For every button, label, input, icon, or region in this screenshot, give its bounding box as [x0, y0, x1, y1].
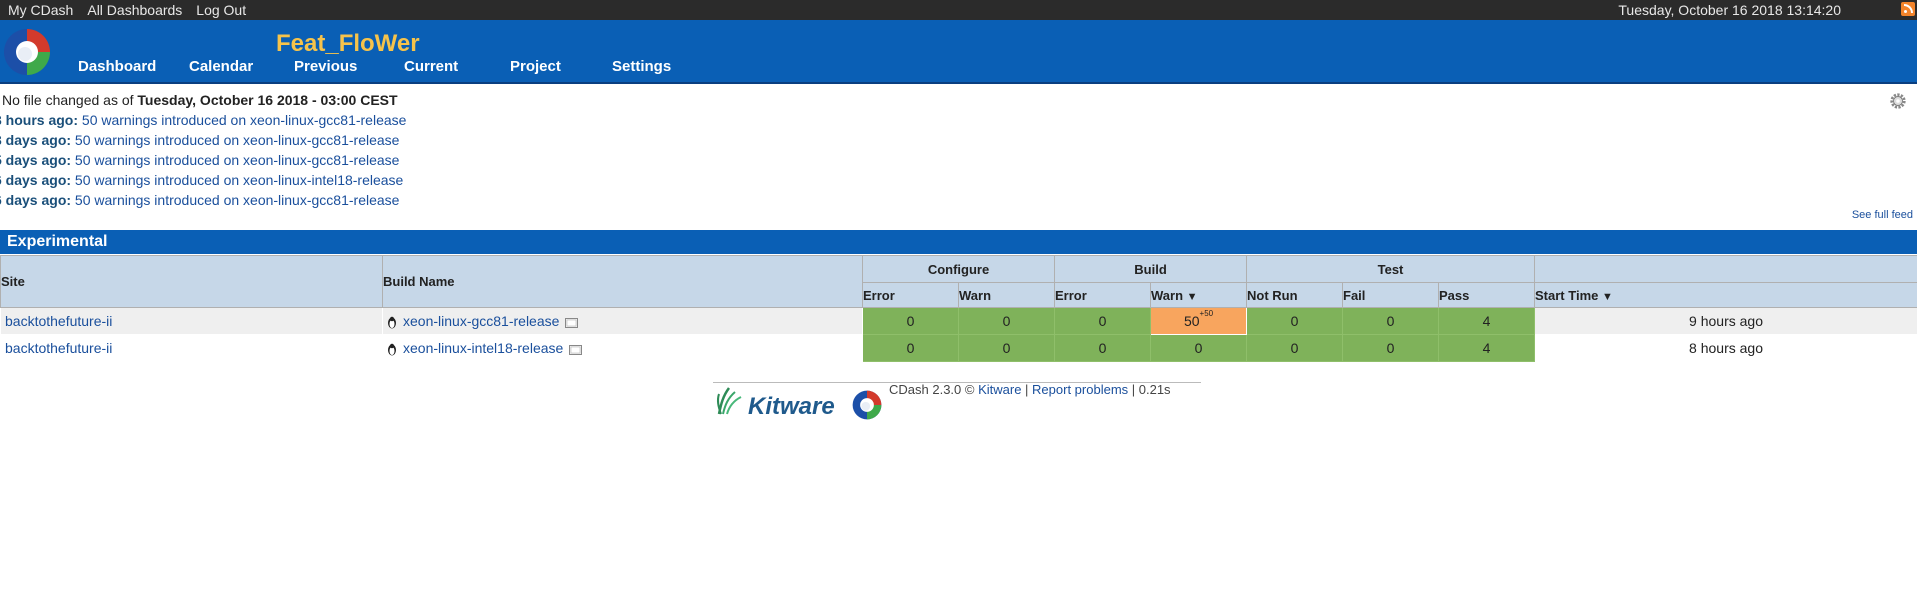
nav-project[interactable]: Project	[510, 58, 561, 75]
feed-item: 6 days ago: 50 warnings introduced on xe…	[0, 170, 406, 190]
feed-item-link[interactable]: 50 warnings introduced on xeon-linux-gcc…	[75, 192, 400, 208]
all-dashboards-link[interactable]: All Dashboards	[87, 2, 182, 18]
project-title[interactable]: Feat_FloWer	[276, 30, 420, 58]
linux-icon	[388, 316, 396, 329]
feed-item-when: 6 days ago:	[0, 172, 72, 188]
nav-dashboard[interactable]: Dashboard	[78, 58, 156, 75]
nav-current[interactable]: Current	[404, 58, 458, 75]
build-name-link[interactable]: xeon-linux-gcc81-release	[403, 313, 559, 329]
feed-item: 5 days ago: 50 warnings introduced on xe…	[0, 150, 406, 170]
col-test-notrun[interactable]: Not Run	[1246, 282, 1344, 308]
feed-item-when: 3 hours ago:	[0, 112, 79, 128]
col-group-configure: Configure	[861, 255, 1056, 283]
col-configure-warn[interactable]: Warn	[957, 282, 1056, 308]
feed-item: 3 hours ago: 50 warnings introduced on x…	[0, 110, 406, 130]
configure-warn-cell[interactable]: 0	[957, 334, 1056, 362]
feed-status-date: Tuesday, October 16 2018 - 03:00 CEST	[137, 92, 398, 108]
nav-settings[interactable]: Settings	[612, 58, 671, 75]
col-group-test: Test	[1246, 255, 1536, 283]
col-test-fail[interactable]: Fail	[1342, 282, 1440, 308]
col-start-time[interactable]: Start Time ▼	[1534, 282, 1917, 308]
start-time-cell: 8 hours ago	[1534, 334, 1917, 362]
feed-item-when: 3 days ago:	[0, 132, 72, 148]
test-pass-cell[interactable]: 4	[1438, 334, 1536, 362]
feed-item-when: 5 days ago:	[0, 152, 72, 168]
table-group-header: Site Build Name Configure Build Test	[0, 255, 1917, 308]
build-error-cell[interactable]: 0	[1054, 307, 1152, 335]
cdash-logo-icon[interactable]	[3, 28, 51, 76]
my-cdash-link[interactable]: My CDash	[8, 2, 73, 18]
gear-icon[interactable]	[1889, 92, 1907, 110]
footer-separator: |	[1021, 382, 1033, 397]
report-problems-link[interactable]: Report problems	[1032, 382, 1128, 397]
top-bar: My CDash All Dashboards Log Out Tuesday,…	[0, 0, 1917, 20]
top-links: My CDash All Dashboards Log Out	[8, 2, 246, 18]
feed-item: 3 days ago: 50 warnings introduced on xe…	[0, 130, 406, 150]
linux-icon	[388, 343, 396, 356]
test-pass-cell[interactable]: 4	[1438, 307, 1536, 335]
nav-previous[interactable]: Previous	[294, 58, 357, 75]
col-test-pass[interactable]: Pass	[1438, 282, 1536, 308]
nav-calendar[interactable]: Calendar	[189, 58, 253, 75]
sort-desc-icon: ▼	[1601, 290, 1613, 303]
site-link[interactable]: backtothefuture-ii	[0, 334, 383, 362]
feed-item-link[interactable]: 50 warnings introduced on xeon-linux-gcc…	[82, 112, 407, 128]
notes-icon[interactable]	[565, 317, 579, 328]
test-fail-cell[interactable]: 0	[1342, 334, 1440, 362]
build-warn-delta: +50	[1199, 309, 1214, 318]
col-site[interactable]: Site	[0, 255, 383, 308]
section-title: Experimental	[7, 233, 108, 250]
cdash-footer-logo-icon	[852, 390, 882, 420]
builds-table: Site Build Name Configure Build Test Err…	[0, 255, 1917, 362]
col-configure-error[interactable]: Error	[862, 282, 959, 308]
cdash-version: CDash 2.3.0 ©	[889, 382, 979, 397]
feed-status-text: No file changed as of	[2, 92, 138, 108]
notes-icon[interactable]	[569, 344, 583, 355]
kitware-link[interactable]: Kitware	[978, 382, 1021, 397]
start-time-cell: 9 hours ago	[1534, 307, 1917, 335]
activity-feed: No file changed as of Tuesday, October 1…	[0, 90, 406, 210]
kitware-logo-icon[interactable]	[715, 386, 747, 416]
site-link[interactable]: backtothefuture-ii	[0, 307, 383, 335]
build-error-cell[interactable]: 0	[1054, 334, 1152, 362]
col-build-warn[interactable]: Warn ▼	[1150, 282, 1248, 308]
footer-info: CDash 2.3.0 © Kitware | Report problems …	[889, 382, 1171, 397]
feed-item: 6 days ago: 50 warnings introduced on xe…	[0, 190, 406, 210]
page-load-time: | 0.21s	[1128, 382, 1171, 397]
see-full-feed-link[interactable]: See full feed	[1852, 209, 1913, 221]
build-warn-cell[interactable]: 50+50	[1150, 307, 1248, 335]
kitware-logo-text: Kitware	[748, 393, 835, 420]
sort-desc-icon: ▼	[1186, 290, 1198, 303]
feed-item-when: 6 days ago:	[0, 192, 72, 208]
test-notrun-cell[interactable]: 0	[1246, 307, 1344, 335]
feed-item-link[interactable]: 50 warnings introduced on xeon-linux-gcc…	[75, 152, 400, 168]
configure-error-cell[interactable]: 0	[862, 334, 959, 362]
col-start-time-label: Start Time	[1535, 287, 1599, 303]
col-build-warn-label: Warn	[1151, 287, 1184, 303]
table-row: backtothefuture-ii xeon-linux-intel18-re…	[0, 334, 1917, 362]
build-warn-cell[interactable]: 0	[1150, 334, 1248, 362]
configure-error-cell[interactable]: 0	[862, 307, 959, 335]
col-spacer	[1534, 255, 1917, 283]
build-name-link[interactable]: xeon-linux-intel18-release	[403, 340, 563, 356]
section-header-experimental[interactable]: Experimental	[0, 230, 1917, 254]
rss-icon[interactable]	[1901, 2, 1915, 16]
test-notrun-cell[interactable]: 0	[1246, 334, 1344, 362]
configure-warn-cell[interactable]: 0	[957, 307, 1056, 335]
col-build-error[interactable]: Error	[1054, 282, 1152, 308]
feed-item-link[interactable]: 50 warnings introduced on xeon-linux-int…	[75, 172, 403, 188]
build-name-cell: xeon-linux-intel18-release	[382, 334, 863, 362]
build-name-cell: xeon-linux-gcc81-release	[382, 307, 863, 335]
log-out-link[interactable]: Log Out	[196, 2, 246, 18]
feed-status: No file changed as of Tuesday, October 1…	[0, 90, 406, 110]
col-build-name[interactable]: Build Name	[382, 255, 863, 308]
table-row: backtothefuture-ii xeon-linux-gcc81-rele…	[0, 307, 1917, 335]
col-group-build: Build	[1054, 255, 1248, 283]
feed-item-link[interactable]: 50 warnings introduced on xeon-linux-gcc…	[75, 132, 400, 148]
build-warn-value: 50	[1183, 313, 1200, 329]
test-fail-cell[interactable]: 0	[1342, 307, 1440, 335]
current-datetime: Tuesday, October 16 2018 13:14:20	[1618, 2, 1841, 18]
